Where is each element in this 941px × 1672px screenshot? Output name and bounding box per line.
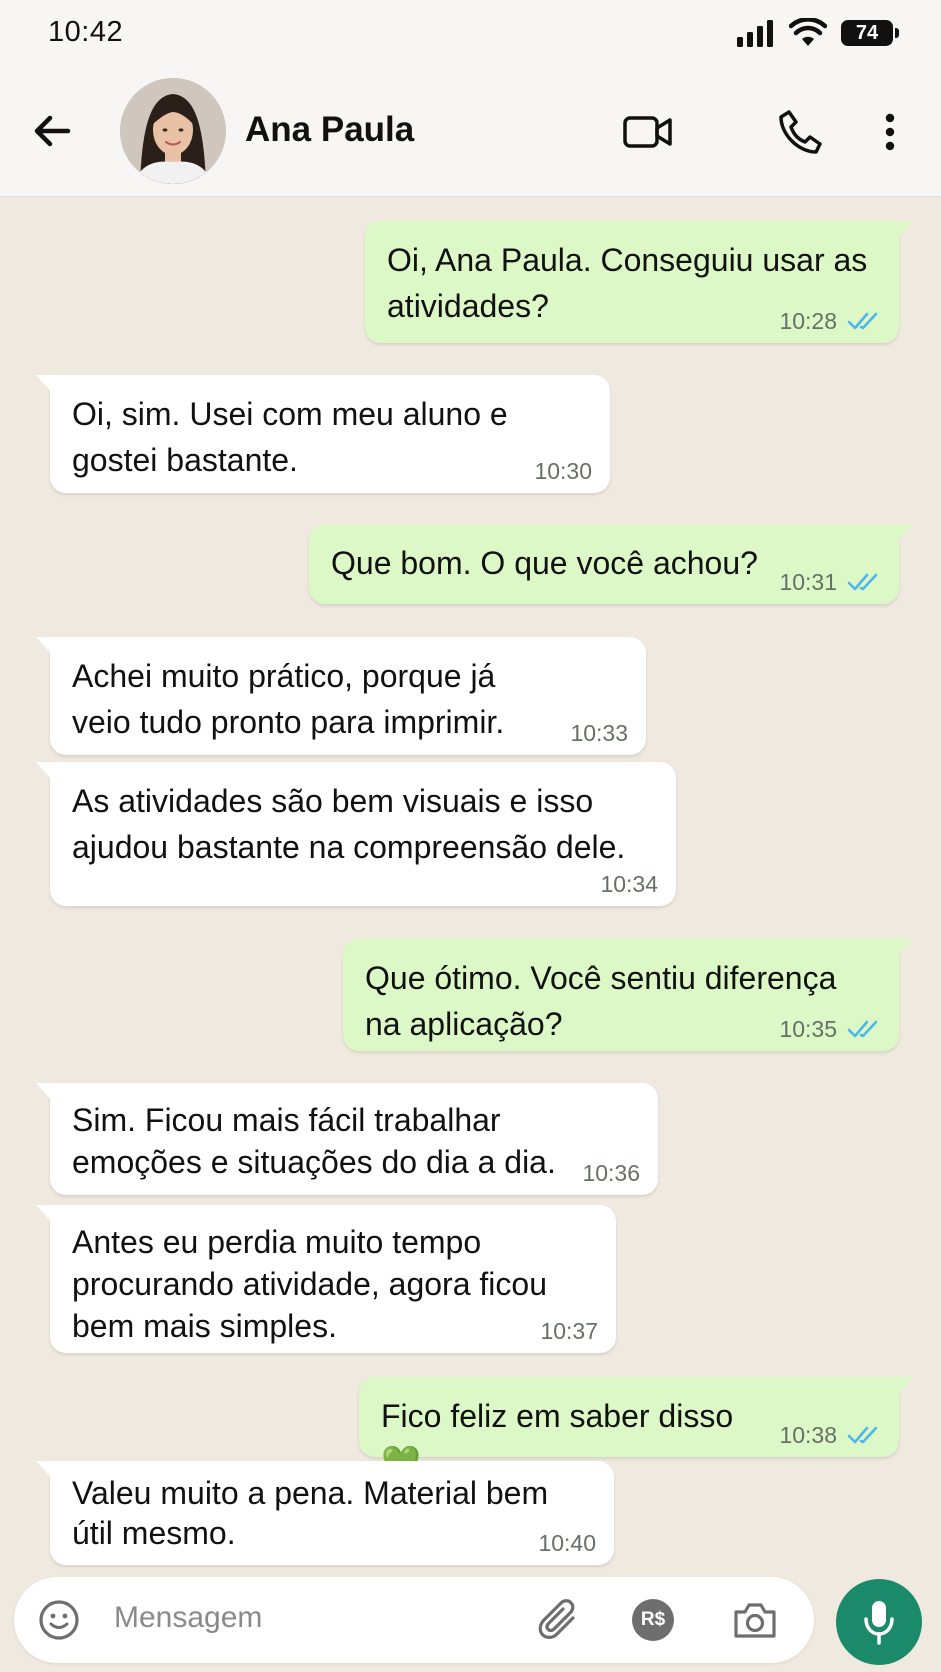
message-meta: 10:28: [779, 309, 881, 333]
message-input[interactable]: Mensagem: [114, 1601, 262, 1635]
message-incoming[interactable]: As atividades são bem visuais e isso aju…: [36, 762, 676, 906]
camera-button[interactable]: [730, 1595, 780, 1645]
message-text: Que bom. O que você achou?: [331, 545, 758, 581]
battery-icon: 74: [841, 20, 899, 46]
microphone-icon: [864, 1601, 894, 1645]
message-outgoing[interactable]: Que ótimo. Você sentiu diferença na apli…: [343, 939, 913, 1051]
message-text: Que ótimo. Você sentiu diferença na apli…: [365, 960, 837, 1042]
read-receipt-icon: [847, 573, 878, 591]
message-incoming[interactable]: Valeu muito a pena. Material bem útil me…: [36, 1461, 614, 1565]
message-meta: 10:38: [779, 1423, 881, 1447]
message-meta: 10:34: [600, 872, 658, 896]
more-options-button[interactable]: [870, 104, 910, 160]
paperclip-icon: [538, 1599, 575, 1639]
message-incoming[interactable]: Achei muito prático, porque já veio tudo…: [36, 637, 646, 755]
message-outgoing[interactable]: Oi, Ana Paula. Conseguiu usar as ativida…: [365, 221, 913, 343]
message-incoming[interactable]: Oi, sim. Usei com meu aluno e gostei bas…: [36, 375, 610, 493]
signal-icon: [737, 20, 773, 47]
contact-photo-icon: [120, 78, 226, 184]
message-text: Valeu muito a pena. Material bem útil me…: [72, 1475, 549, 1551]
message-composer: Mensagem R$: [14, 1577, 814, 1663]
message-time: 10:40: [538, 1530, 596, 1556]
voice-message-button[interactable]: [836, 1579, 922, 1665]
message-meta: 10:31: [779, 570, 881, 594]
contact-name[interactable]: Ana Paula: [245, 110, 414, 150]
payment-label: R$: [640, 1609, 666, 1630]
read-receipt-icon: [847, 312, 878, 330]
message-time: 10:36: [582, 1160, 640, 1186]
wifi-icon: [789, 18, 827, 46]
battery-level: 74: [855, 21, 879, 44]
chat-header: Ana Paula: [0, 66, 941, 197]
read-receipt-icon: [847, 1426, 878, 1444]
message-meta: 10:40: [538, 1531, 596, 1555]
message-time: 10:35: [779, 1016, 837, 1042]
status-time: 10:42: [48, 16, 124, 48]
message-meta: 10:35: [779, 1017, 881, 1041]
message-time: 10:34: [600, 871, 658, 897]
message-meta: 10:36: [582, 1161, 640, 1185]
message-time: 10:31: [779, 569, 837, 595]
back-button[interactable]: [28, 106, 78, 156]
message-time: 10:28: [779, 308, 837, 334]
attach-button[interactable]: [534, 1595, 584, 1645]
camera-icon: [734, 1603, 776, 1638]
message-meta: 10:30: [534, 459, 592, 483]
message-text: Sim. Ficou mais fácil trabalhar emoções …: [72, 1102, 556, 1180]
message-incoming[interactable]: Sim. Ficou mais fácil trabalhar emoções …: [36, 1083, 658, 1195]
message-incoming[interactable]: Antes eu perdia muito tempo procurando a…: [36, 1205, 616, 1353]
more-vertical-icon: [885, 113, 895, 151]
emoji-button[interactable]: [34, 1595, 84, 1645]
payment-button[interactable]: R$: [628, 1595, 678, 1645]
arrow-left-icon: [34, 115, 71, 147]
emoji-icon: [39, 1600, 79, 1640]
payment-icon: R$: [632, 1599, 674, 1641]
read-receipt-icon: [847, 1020, 878, 1038]
message-text: Antes eu perdia muito tempo procurando a…: [72, 1224, 547, 1344]
status-bar: 10:42 74: [0, 0, 941, 66]
video-camera-icon: [623, 116, 672, 148]
message-meta: 10:33: [570, 721, 628, 745]
message-meta: 10:37: [540, 1319, 598, 1343]
phone-icon: [779, 110, 822, 154]
message-outgoing[interactable]: Fico feliz em saber disso 💚 10:38: [359, 1377, 913, 1480]
voice-call-button[interactable]: [772, 104, 828, 160]
video-call-button[interactable]: [620, 104, 676, 160]
avatar[interactable]: [120, 78, 226, 184]
message-time: 10:30: [534, 458, 592, 484]
message-text: Achei muito prático, porque já veio tudo…: [72, 658, 505, 740]
status-icons: 74: [737, 18, 899, 48]
message-text: Oi, sim. Usei com meu aluno e gostei bas…: [72, 396, 508, 478]
message-time: 10:38: [779, 1422, 837, 1448]
message-text: As atividades são bem visuais e isso aju…: [72, 783, 626, 865]
message-time: 10:33: [570, 720, 628, 746]
message-list: Oi, Ana Paula. Conseguiu usar as ativida…: [0, 197, 941, 1577]
message-time: 10:37: [540, 1318, 598, 1344]
message-outgoing[interactable]: Que bom. O que você achou? 10:31: [309, 524, 913, 604]
